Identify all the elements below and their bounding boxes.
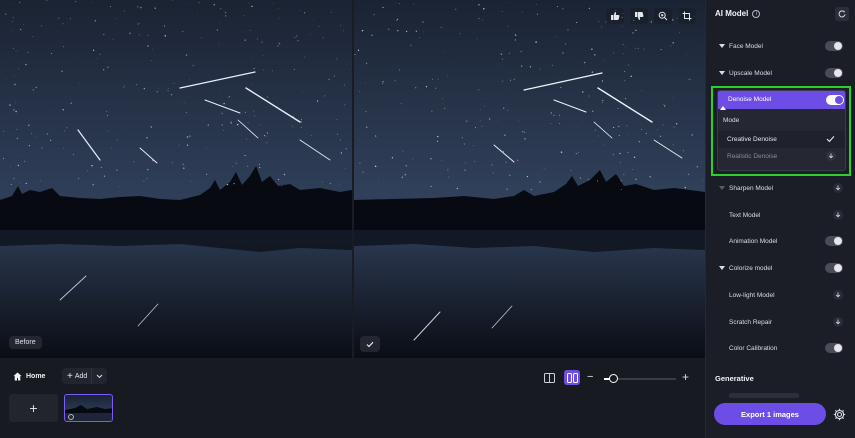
- before-label: Before: [9, 336, 42, 349]
- crop-button[interactable]: [678, 8, 696, 24]
- single-view-button[interactable]: [542, 371, 557, 384]
- download-button[interactable]: [833, 290, 843, 300]
- generative-item-partial: [729, 393, 799, 398]
- thumbs-down-icon: [635, 12, 644, 20]
- add-button-group: + Add: [62, 368, 108, 384]
- download-button[interactable]: [833, 183, 843, 193]
- chevron-down-icon: [96, 374, 103, 378]
- image-thumbnail[interactable]: [64, 394, 113, 422]
- split-view-button[interactable]: [564, 370, 580, 385]
- single-view-icon: [544, 372, 555, 383]
- model-label: Sharpen Model: [729, 184, 774, 192]
- download-button[interactable]: [833, 210, 843, 220]
- before-image: [0, 0, 352, 358]
- zoom-in-button[interactable]: [654, 8, 672, 24]
- model-row-upscale[interactable]: Upscale Model: [706, 64, 855, 82]
- panel-title: AI Model i: [715, 9, 761, 18]
- magnify-icon: [658, 11, 668, 21]
- split-view-icon: [566, 372, 578, 383]
- zoom-slider-handle[interactable]: [609, 374, 618, 383]
- model-row-face[interactable]: Face Model: [706, 37, 855, 55]
- download-icon: [835, 185, 841, 191]
- model-row-colorize[interactable]: Colorize model: [706, 259, 855, 277]
- zoom-in-plus-button[interactable]: +: [682, 370, 689, 384]
- color-calibration-toggle[interactable]: [825, 343, 843, 353]
- download-icon: [835, 319, 841, 325]
- checkmark-icon: [366, 341, 374, 347]
- caret-down-icon[interactable]: [719, 43, 725, 49]
- model-label: Colorize model: [729, 264, 773, 272]
- caret-down-icon[interactable]: [719, 70, 725, 76]
- download-icon: [835, 212, 841, 218]
- add-button[interactable]: Add: [75, 373, 91, 380]
- crop-icon: [682, 11, 692, 21]
- home-icon: [13, 372, 22, 380]
- image-tools: [606, 8, 696, 24]
- model-row-scratch-repair[interactable]: Scratch Repair: [706, 313, 855, 331]
- gear-icon: [833, 408, 845, 420]
- export-button[interactable]: Export 1 images: [714, 403, 826, 425]
- face-model-toggle[interactable]: [825, 41, 843, 51]
- model-label: Animation Model: [729, 237, 778, 245]
- caret-down-icon[interactable]: [719, 185, 725, 191]
- app-window: Before Home + Add + − + AI Model i Face …: [0, 0, 855, 438]
- home-label: Home: [26, 372, 46, 380]
- add-plus-icon[interactable]: +: [62, 371, 75, 382]
- model-row-sharpen[interactable]: Sharpen Model: [706, 179, 855, 197]
- caret-down-icon[interactable]: [719, 265, 725, 271]
- download-icon: [835, 292, 841, 298]
- clock-icon: [68, 414, 74, 420]
- zoom-out-button[interactable]: −: [587, 371, 593, 383]
- bottom-toolbar: Home + Add + − +: [0, 358, 705, 438]
- generative-section-title: Generative: [715, 374, 754, 383]
- model-row-color-calibration[interactable]: Color Calibration: [706, 339, 855, 357]
- model-label: Text Model: [729, 211, 761, 219]
- image-preview: Before: [0, 0, 705, 358]
- model-label: Upscale Model: [729, 69, 772, 77]
- thumbs-down-button[interactable]: [630, 8, 648, 24]
- upscale-model-toggle[interactable]: [825, 68, 843, 78]
- add-dropdown-button[interactable]: [91, 368, 107, 384]
- model-row-low-light[interactable]: Low-light Model: [706, 286, 855, 304]
- add-image-tile[interactable]: +: [9, 394, 58, 422]
- download-button[interactable]: [833, 317, 843, 327]
- settings-button[interactable]: [832, 407, 846, 421]
- refresh-icon: [838, 10, 846, 18]
- reset-button[interactable]: [835, 7, 849, 21]
- animation-model-toggle[interactable]: [825, 236, 843, 246]
- info-icon[interactable]: i: [752, 9, 761, 18]
- model-label: Face Model: [729, 42, 763, 50]
- home-button[interactable]: Home: [9, 368, 49, 384]
- panel-title-text: AI Model: [715, 9, 749, 18]
- model-label: Color Calibration: [729, 344, 778, 352]
- model-row-text[interactable]: Text Model: [706, 206, 855, 224]
- model-row-animation[interactable]: Animation Model: [706, 232, 855, 250]
- highlight-box: [711, 86, 851, 176]
- after-check-button[interactable]: [360, 336, 380, 352]
- thumbs-up-icon: [611, 12, 620, 20]
- thumbs-up-button[interactable]: [606, 8, 624, 24]
- model-label: Scratch Repair: [729, 318, 772, 326]
- ai-model-panel: AI Model i Face Model Upscale Model Shar…: [705, 0, 855, 438]
- colorize-model-toggle[interactable]: [825, 263, 843, 273]
- model-label: Low-light Model: [729, 291, 775, 299]
- after-image: [354, 0, 705, 358]
